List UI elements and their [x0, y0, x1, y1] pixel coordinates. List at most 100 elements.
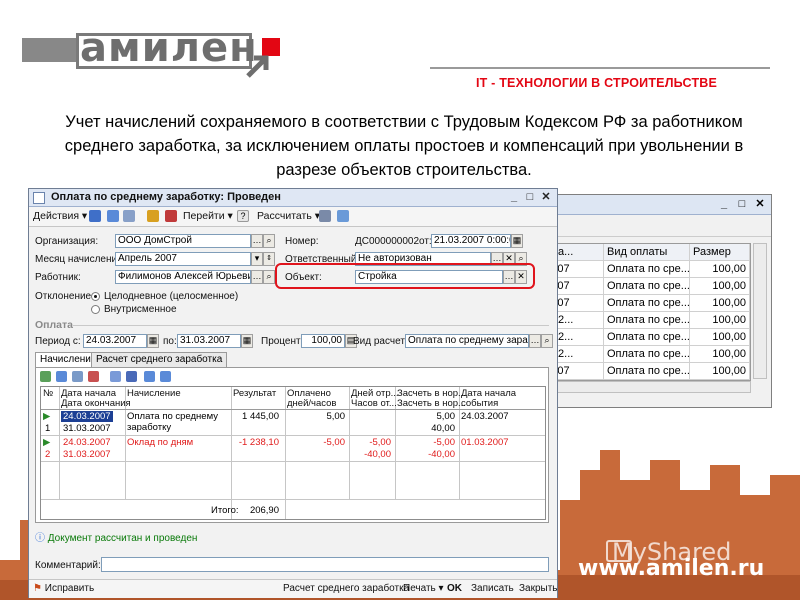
info-icon: ⓘ [35, 533, 45, 544]
move-up-icon[interactable] [110, 371, 121, 382]
column-header-norm-hours[interactable]: Засчеть в нор... [397, 398, 466, 409]
table-cell: 100,00 [690, 261, 750, 277]
fix-label: Исправить [44, 583, 95, 594]
column-header-hours[interactable]: Часов от... [351, 398, 397, 409]
row-date-start: 24.03.2007 [63, 437, 111, 448]
accrual-month-field[interactable]: Апрель 2007 [115, 252, 251, 266]
goto-label: Перейти [183, 210, 225, 222]
table-cell: Оплата по сре... [604, 295, 690, 311]
search-icon[interactable]: ⌕ [263, 234, 275, 248]
calendar-icon[interactable]: ▦ [147, 334, 159, 348]
calendar-icon[interactable]: ▦ [511, 234, 523, 248]
sort-asc-icon[interactable] [144, 371, 155, 382]
select-button[interactable]: … [529, 334, 541, 348]
minimize-icon[interactable]: _ [507, 190, 521, 204]
save-button[interactable]: Записать [471, 582, 514, 596]
sort-desc-icon[interactable] [160, 371, 171, 382]
vertical-scrollbar[interactable] [753, 243, 767, 379]
row-number: 2 [45, 449, 51, 460]
accrual-month-label: Месяц начисления: [35, 254, 126, 265]
delete-row-icon[interactable] [88, 371, 99, 382]
column-header-date-end[interactable]: Дата окончания [61, 398, 131, 409]
edit-row-icon[interactable] [72, 371, 83, 382]
column-header-num[interactable]: № [43, 388, 53, 399]
row-norm-hours: -40,00 [428, 449, 455, 460]
average-calc-button[interactable]: Расчет среднего заработка [283, 582, 409, 596]
search-icon[interactable]: ⌕ [263, 270, 275, 284]
row-norm-hours: 40,00 [431, 423, 455, 434]
structure-icon[interactable] [147, 210, 159, 222]
background-window-toolbar [521, 215, 771, 237]
document-icon [33, 192, 45, 204]
calc-type-field[interactable]: Оплата по среднему заработку [405, 334, 529, 348]
table-cell: 100,00 [690, 295, 750, 311]
accruals-table: № Дата начала Дата окончания Начисление … [40, 386, 546, 520]
select-button[interactable]: … [251, 270, 263, 284]
column-header-paid-units[interactable]: дней/часов [287, 398, 336, 409]
search-icon[interactable]: ⌕ [541, 334, 553, 348]
column-header-event-date-2[interactable]: события [461, 398, 498, 409]
window-toolbar: Действия ▾ Перейти ▾ ? Рассчитать ▾ [29, 207, 557, 227]
copy-row-icon[interactable] [56, 371, 67, 382]
list-icon[interactable] [319, 210, 331, 222]
column-header-result[interactable]: Результат [233, 388, 276, 399]
row-number: 1 [45, 423, 51, 434]
row-marker-icon: ▶ [43, 411, 51, 422]
stepper-icon[interactable]: ⇕ [263, 252, 275, 266]
tab-average-earnings[interactable]: Расчет среднего заработка [91, 352, 228, 367]
total-label: Итого: [211, 505, 239, 516]
select-button[interactable]: … [251, 234, 263, 248]
refresh-icon[interactable] [107, 210, 119, 222]
worker-field[interactable]: Филимонов Алексей Юрьевич [115, 270, 251, 284]
close-button[interactable]: Закрыть [519, 582, 558, 596]
percent-label: Процент: [261, 336, 304, 347]
radio-intra-shift[interactable] [91, 305, 100, 314]
column-header-accrual[interactable]: Начисление [127, 388, 181, 399]
actions-menu[interactable]: Действия ▾ [33, 209, 87, 224]
dropdown-icon[interactable]: ▾ [251, 252, 263, 266]
back-arrow-icon[interactable] [89, 210, 101, 222]
settings-icon[interactable] [337, 210, 349, 222]
column-header[interactable]: Размер [690, 244, 750, 260]
move-down-icon[interactable] [126, 371, 137, 382]
bottom-command-bar: ⚑ Исправить Расчет среднего заработка Пе… [29, 579, 558, 598]
organization-field[interactable]: ООО ДомСтрой [115, 234, 251, 248]
delete-icon[interactable] [165, 210, 177, 222]
period-from-label: Период с: [35, 336, 81, 347]
website-url[interactable]: www.amilen.ru [578, 556, 764, 581]
ok-button[interactable]: OK [447, 582, 462, 596]
table-cell: Оплата по сре... [604, 363, 690, 379]
fix-icon: ⚑ [33, 583, 42, 594]
row-date-start[interactable]: 24.03.2007 [61, 411, 113, 422]
goto-menu[interactable]: Перейти ▾ [183, 209, 233, 224]
calendar-icon[interactable]: ▦ [241, 334, 253, 348]
post-icon[interactable] [123, 210, 135, 222]
row-hours: -40,00 [364, 449, 391, 460]
table-cell: 100,00 [690, 278, 750, 294]
radio-whole-day[interactable] [91, 292, 100, 301]
period-to-field[interactable]: 31.03.2007 [177, 334, 241, 348]
slide-description: Учет начислений сохраняемого в соответст… [64, 113, 744, 179]
comment-field[interactable] [101, 557, 549, 572]
percent-field[interactable]: 100,00 [301, 334, 345, 348]
help-icon[interactable]: ? [237, 210, 249, 222]
maximize-icon[interactable]: □ [735, 197, 749, 211]
print-button[interactable]: Печать ▾ [403, 582, 444, 596]
radio-whole-day-label: Целодневное (целосменное) [104, 291, 239, 302]
table-cell: Оплата по сре... [604, 346, 690, 362]
column-header[interactable]: Вид оплаты [604, 244, 690, 260]
row-date-end: 31.03.2007 [63, 449, 111, 460]
add-row-icon[interactable] [40, 371, 51, 382]
row-norm-days: -5,00 [433, 437, 455, 448]
close-icon[interactable]: ✕ [753, 197, 767, 211]
header-divider [430, 67, 770, 69]
accruals-panel: № Дата начала Дата окончания Начисление … [35, 367, 549, 523]
minimize-icon[interactable]: _ [717, 197, 731, 211]
fix-button[interactable]: ⚑ Исправить [33, 582, 94, 596]
period-from-field[interactable]: 24.03.2007 [83, 334, 147, 348]
maximize-icon[interactable]: □ [523, 190, 537, 204]
document-date-field[interactable]: 21.03.2007 0:00:00 [431, 234, 511, 248]
status-message: ⓘ Документ рассчитан и проведен [35, 529, 197, 544]
calculate-menu[interactable]: Рассчитать ▾ [257, 209, 320, 224]
close-icon[interactable]: ✕ [539, 190, 553, 204]
